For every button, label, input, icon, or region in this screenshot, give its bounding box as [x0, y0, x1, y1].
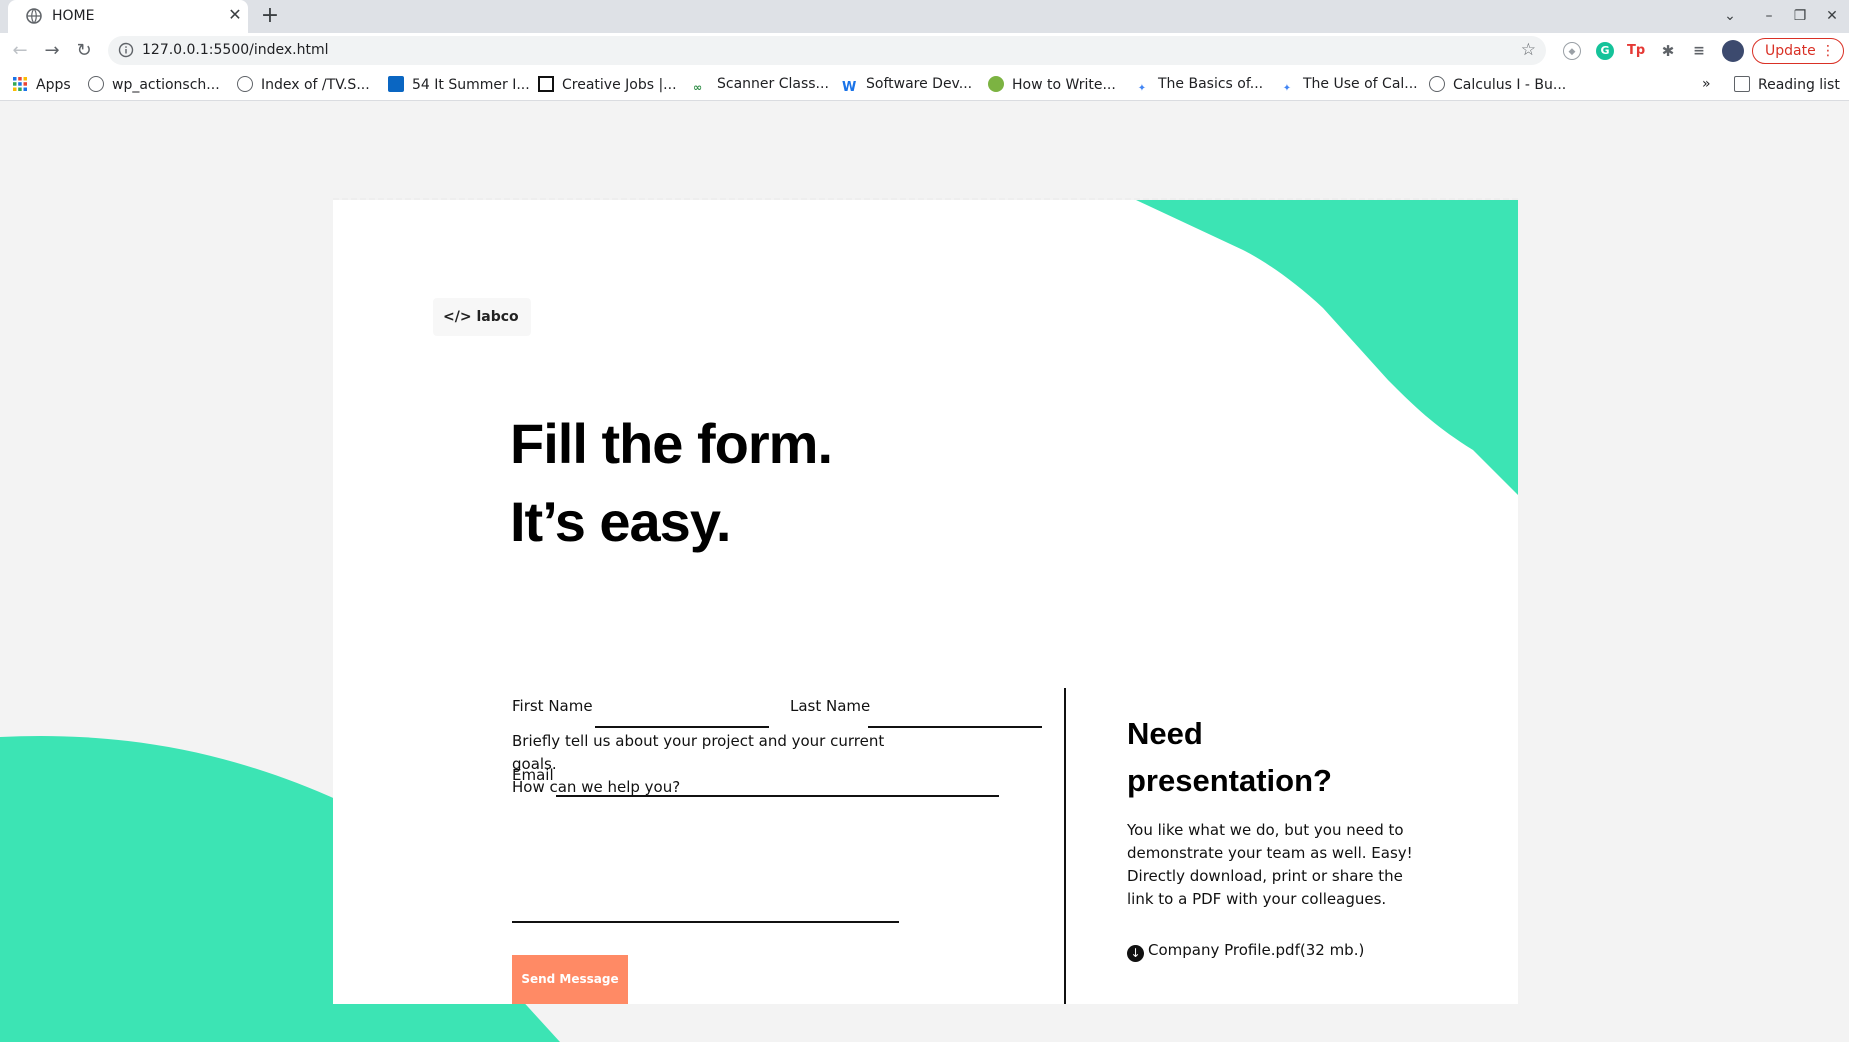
side-description: You like what we do, but you need to dem…	[1127, 821, 1413, 908]
message-label: Briefly tell us about your project and y…	[512, 730, 932, 799]
first-name-label: First Name	[512, 697, 593, 715]
bookmark-label: The Use of Cal...	[1303, 76, 1418, 92]
bookmark-item[interactable]: 54 It Summer I...	[388, 76, 530, 94]
side-title-line: Need	[1127, 716, 1203, 751]
last-name-underline	[868, 726, 1042, 728]
tab-strip: HOME ✕ + ⌄ – ❐ ✕	[0, 0, 1849, 33]
reading-list[interactable]: Reading list	[1734, 76, 1840, 94]
company-profile-download-link[interactable]: ↓ Company Profile.pdf(32 mb.)	[1127, 941, 1364, 962]
more-bookmarks-icon[interactable]: »	[1702, 76, 1711, 94]
forward-icon[interactable]: →	[40, 39, 64, 63]
w-icon: W	[842, 80, 857, 95]
window-close-icon[interactable]: ✕	[1820, 4, 1844, 28]
address-bar[interactable]: 127.0.0.1:5500/index.html ☆	[108, 36, 1546, 65]
apps-grid-icon	[13, 77, 27, 91]
reading-list-icon	[1734, 76, 1750, 92]
url-text: 127.0.0.1:5500/index.html	[142, 42, 329, 58]
bookmark-item[interactable]: W Software Dev...	[842, 76, 973, 95]
site-icon	[988, 76, 1004, 92]
tab-search-icon[interactable]: ⌄	[1718, 4, 1742, 28]
new-tab-button[interactable]: +	[258, 4, 282, 28]
page-viewport: </> labco Fill the form. It’s easy. Firs…	[0, 101, 1849, 1042]
bookmark-item[interactable]: ∞ Scanner Class...	[693, 76, 829, 94]
bookmark-item[interactable]: Calculus I - Bu...	[1429, 76, 1566, 94]
bookmark-label: Creative Jobs |...	[562, 77, 677, 93]
form-card: </> labco Fill the form. It’s easy. Firs…	[333, 200, 1518, 1004]
side-title-line: presentation?	[1127, 763, 1332, 798]
globe-icon	[26, 8, 42, 24]
message-field[interactable]	[512, 890, 899, 916]
bookmark-item[interactable]: Creative Jobs |...	[538, 76, 677, 94]
globe-icon	[237, 76, 253, 92]
page-title: Fill the form. It’s easy.	[510, 405, 833, 561]
more-menu-icon[interactable]: ⋮	[1821, 39, 1835, 63]
first-name-underline	[595, 726, 769, 728]
browser-toolbar: ← → ↻ 127.0.0.1:5500/index.html ☆ ◆ G Tp…	[0, 33, 1849, 68]
reload-icon[interactable]: ↻	[72, 39, 96, 63]
bookmark-label: How to Write...	[1012, 77, 1116, 93]
bookmark-label: Software Dev...	[866, 76, 973, 92]
page-title-line: It’s easy.	[510, 490, 731, 553]
download-icon: ↓	[1127, 945, 1144, 962]
bookmark-label: The Basics of...	[1158, 76, 1264, 92]
back-icon[interactable]: ←	[8, 39, 32, 63]
bookmark-label: Index of /TV.S...	[261, 77, 370, 93]
bookmarks-bar: Apps wp_actionsch... Index of /TV.S... 5…	[0, 68, 1849, 101]
globe-icon	[1429, 76, 1445, 92]
tp-extension-icon[interactable]: Tp	[1627, 42, 1645, 60]
info-icon[interactable]	[118, 42, 134, 58]
message-underline	[512, 921, 899, 923]
bookmark-label: Apps	[36, 77, 71, 93]
bookmark-label: Calculus I - Bu...	[1453, 77, 1567, 93]
first-name-field[interactable]	[595, 694, 769, 720]
logo[interactable]: </> labco	[433, 298, 531, 336]
page-title-line: Fill the form.	[510, 412, 833, 475]
bookmark-label: Scanner Class...	[717, 76, 829, 92]
grammarly-icon[interactable]: G	[1596, 42, 1614, 60]
reading-list-label: Reading list	[1758, 77, 1840, 93]
spark-icon: ✦	[1282, 83, 1292, 94]
bookmark-item[interactable]: wp_actionsch...	[88, 76, 220, 94]
extensions-puzzle-icon[interactable]: ✱	[1659, 42, 1677, 60]
bookmark-star-icon[interactable]: ☆	[1521, 40, 1536, 60]
update-button[interactable]: Update ⋮	[1752, 38, 1844, 64]
bookmark-label: wp_actionsch...	[112, 77, 220, 93]
geeks-icon: ∞	[693, 81, 703, 94]
media-control-icon[interactable]: ≡	[1690, 42, 1708, 60]
globe-icon	[88, 76, 104, 92]
creative-jobs-icon	[538, 76, 554, 92]
bookmark-label: 54 It Summer I...	[412, 77, 530, 93]
shield-extension-icon[interactable]: ◆	[1563, 42, 1581, 60]
bookmark-item[interactable]: ✦ The Basics of...	[1134, 76, 1263, 94]
restore-icon[interactable]: ❐	[1788, 4, 1812, 28]
message-label-line: Briefly tell us about your project and y…	[512, 732, 885, 773]
tab-title: HOME	[52, 8, 95, 24]
linkedin-icon	[388, 76, 404, 92]
avatar[interactable]	[1722, 40, 1744, 62]
last-name-field[interactable]	[868, 694, 1042, 720]
tab-home[interactable]: HOME ✕	[8, 0, 248, 33]
spark-icon: ✦	[1137, 83, 1147, 94]
message-label-line: How can we help you?	[512, 778, 681, 796]
bookmark-item[interactable]: Index of /TV.S...	[237, 76, 370, 94]
send-message-button[interactable]: Send Message	[512, 955, 628, 1004]
bookmark-apps[interactable]: Apps	[12, 76, 71, 94]
bookmark-item[interactable]: ✦ The Use of Cal...	[1279, 76, 1418, 94]
last-name-label: Last Name	[790, 697, 871, 715]
update-label: Update	[1765, 43, 1816, 59]
side-title: Need presentation?	[1127, 710, 1387, 804]
vertical-divider	[1064, 688, 1066, 1004]
pdf-label: Company Profile.pdf(32 mb.)	[1148, 941, 1365, 959]
bookmark-item[interactable]: How to Write...	[988, 76, 1116, 94]
minimize-icon[interactable]: –	[1757, 4, 1781, 28]
close-icon[interactable]: ✕	[226, 6, 244, 24]
